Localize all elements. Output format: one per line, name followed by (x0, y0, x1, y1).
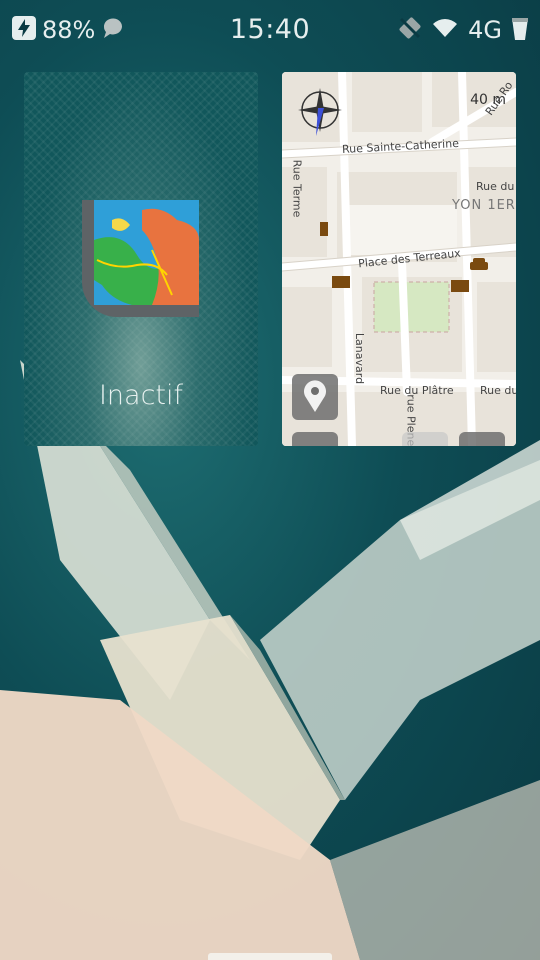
app-cover-map[interactable]: 40 m Rue Sainte-Catherine Rue du YON 1ER… (282, 72, 516, 446)
street-label: Lanavard (353, 332, 367, 385)
street-label: Rue du (476, 180, 515, 193)
no-sim-icon (398, 16, 422, 44)
map-layers-button[interactable] (292, 432, 338, 446)
status-bar: 88% 15:40 4G (0, 0, 540, 60)
street-label: Rue du (480, 384, 516, 397)
cover-status-label: Inactif (98, 380, 184, 411)
app-cover-inactive[interactable]: Inactif (24, 72, 258, 446)
world-map-icon (82, 200, 199, 317)
map-options-button[interactable] (459, 432, 505, 446)
home-indicator[interactable] (208, 953, 332, 960)
map-pin-button[interactable] (292, 374, 338, 420)
map-menu-button[interactable] (402, 432, 448, 446)
map-pin-icon (304, 380, 326, 412)
wifi-icon (432, 18, 458, 42)
network-type: 4G (468, 16, 502, 44)
street-label: Rue Terme (290, 159, 304, 218)
battery-icon (512, 16, 528, 44)
status-right: 4G (398, 16, 528, 44)
district-label: YON 1ER (452, 198, 516, 213)
